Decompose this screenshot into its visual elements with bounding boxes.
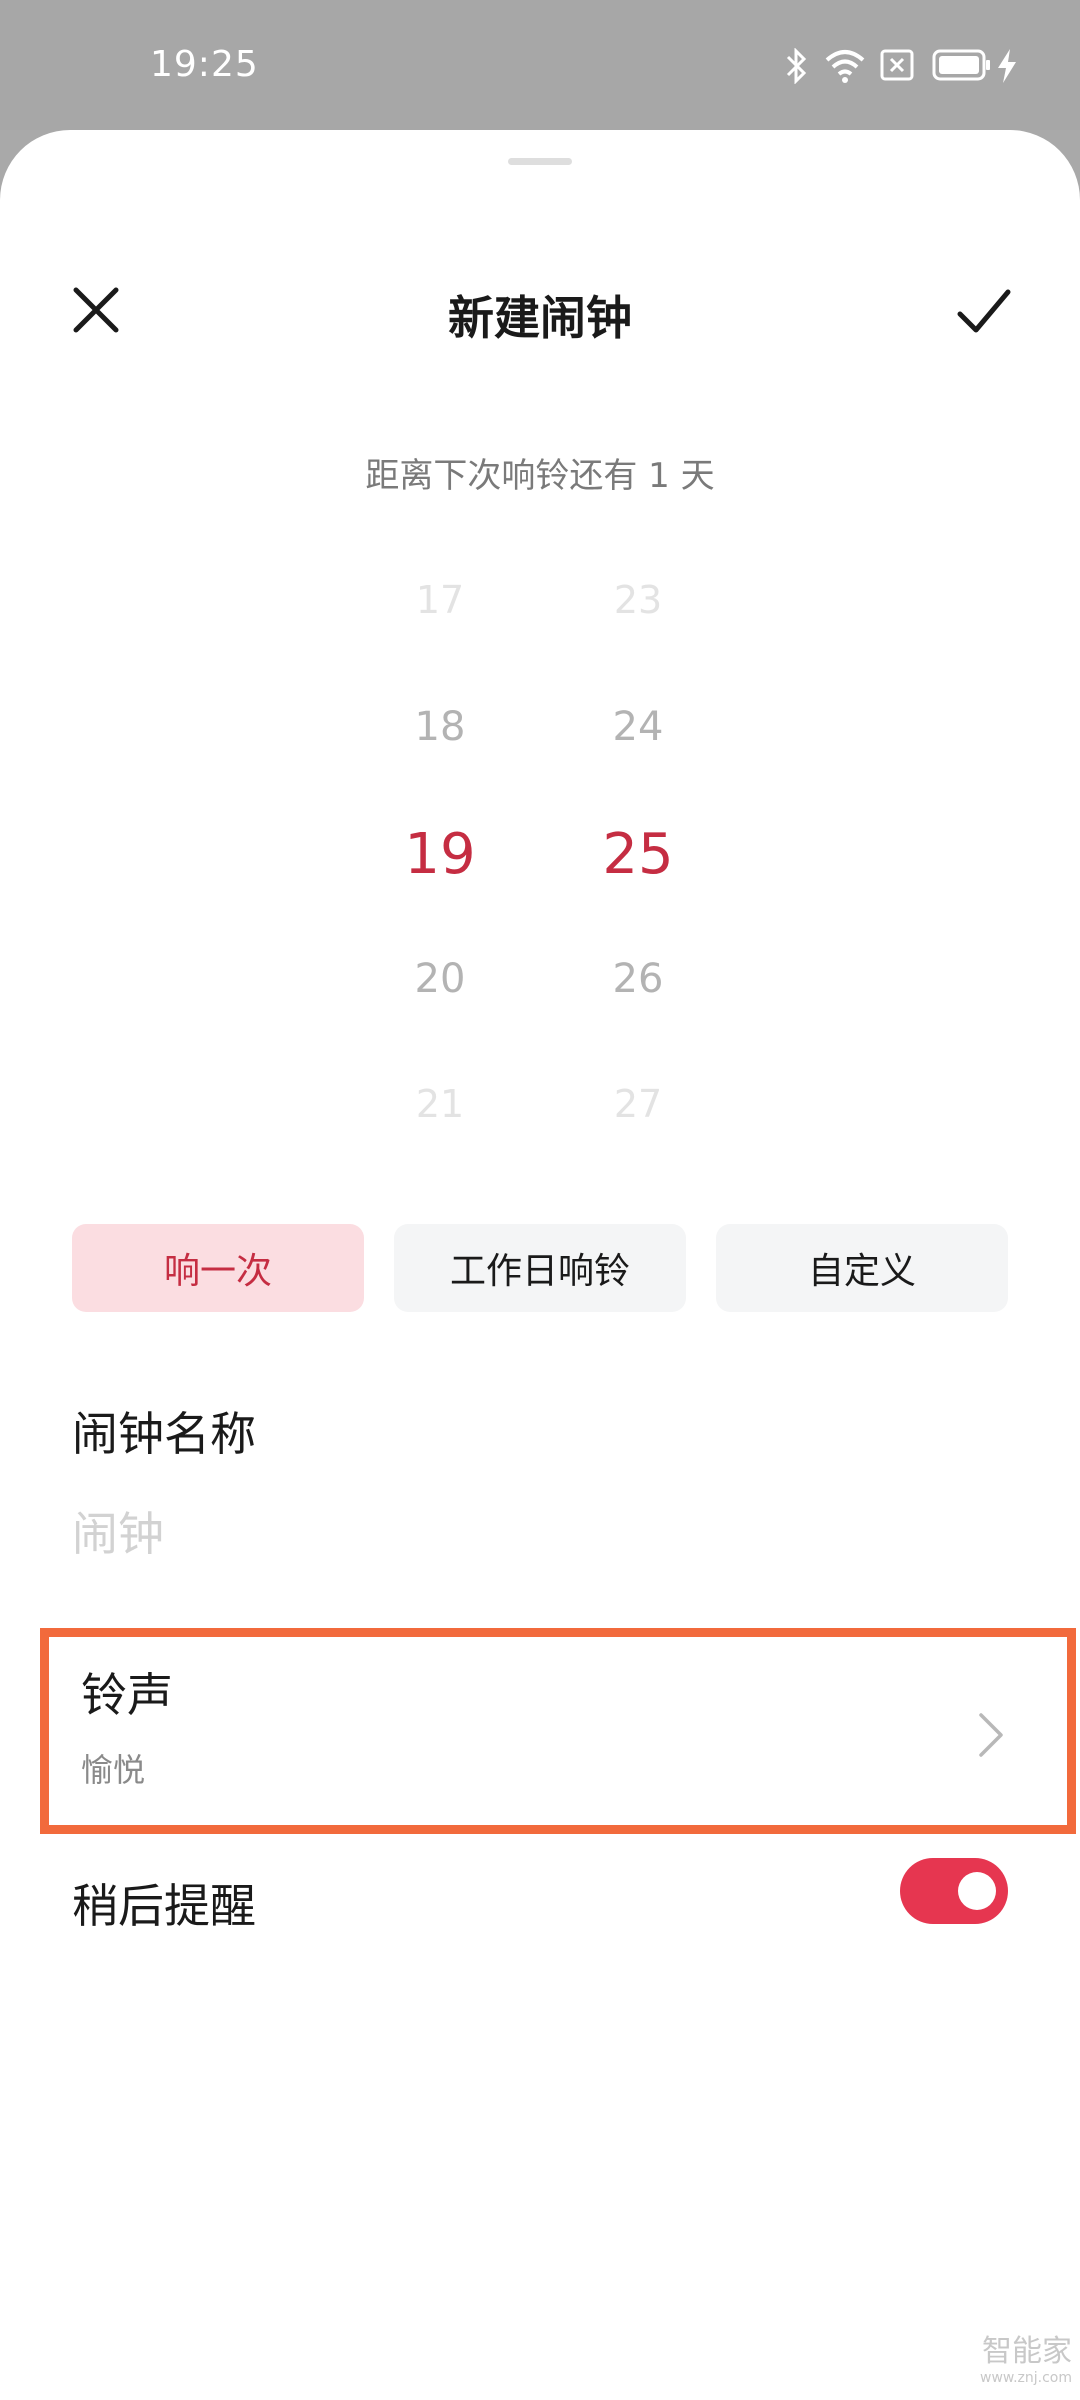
page-title: 新建闹钟 bbox=[448, 291, 632, 345]
repeat-once-button[interactable]: 响一次 bbox=[72, 1224, 364, 1312]
minute-option[interactable]: 24 bbox=[558, 704, 718, 750]
ringtone-value: 愉悦 bbox=[81, 1751, 146, 1789]
new-alarm-sheet: 新建闹钟 距离下次响铃还有 1 天 17 18 19 20 21 23 24 2… bbox=[0, 130, 1080, 2400]
repeat-custom-button[interactable]: 自定义 bbox=[716, 1224, 1008, 1312]
hour-selected[interactable]: 19 bbox=[360, 822, 520, 887]
charging-icon bbox=[996, 48, 1018, 88]
countdown-text: 距离下次响铃还有 1 天 bbox=[365, 456, 715, 496]
snooze-toggle[interactable] bbox=[900, 1858, 1008, 1924]
hour-option[interactable]: 17 bbox=[360, 578, 520, 622]
status-time: 19:25 bbox=[150, 44, 259, 85]
hour-option[interactable]: 21 bbox=[360, 1082, 520, 1126]
minute-option[interactable]: 27 bbox=[558, 1082, 718, 1126]
chevron-right-icon bbox=[975, 1711, 1007, 1759]
confirm-button[interactable] bbox=[942, 270, 1022, 350]
minute-selected[interactable]: 25 bbox=[558, 822, 718, 887]
ringtone-label: 铃声 bbox=[81, 1668, 173, 1722]
hour-option[interactable]: 18 bbox=[360, 704, 520, 750]
ringtone-row[interactable]: 铃声 愉悦 bbox=[40, 1628, 1076, 1834]
status-icons bbox=[784, 47, 1024, 88]
wifi-icon bbox=[824, 48, 866, 88]
snooze-label: 稍后提醒 bbox=[72, 1879, 256, 1933]
watermark-url: www.znj.com bbox=[980, 2370, 1072, 2386]
watermark: 智能家 www.znj.com bbox=[980, 2326, 1072, 2386]
hour-option[interactable]: 20 bbox=[360, 956, 520, 1002]
status-bar: 19:25 bbox=[0, 0, 1080, 130]
bluetooth-icon bbox=[784, 47, 808, 88]
toggle-knob bbox=[958, 1872, 996, 1910]
grab-handle[interactable] bbox=[508, 158, 572, 165]
alarm-name-input[interactable]: 闹钟 bbox=[72, 1498, 164, 1564]
watermark-logo: 智能家 bbox=[982, 2334, 1072, 2369]
battery-icon bbox=[932, 48, 992, 86]
sim-off-icon bbox=[880, 48, 914, 86]
check-icon bbox=[957, 289, 1011, 333]
repeat-workdays-button[interactable]: 工作日响铃 bbox=[394, 1224, 686, 1312]
alarm-name-label: 闹钟名称 bbox=[72, 1407, 256, 1461]
minute-option[interactable]: 23 bbox=[558, 578, 718, 622]
minute-option[interactable]: 26 bbox=[558, 956, 718, 1002]
